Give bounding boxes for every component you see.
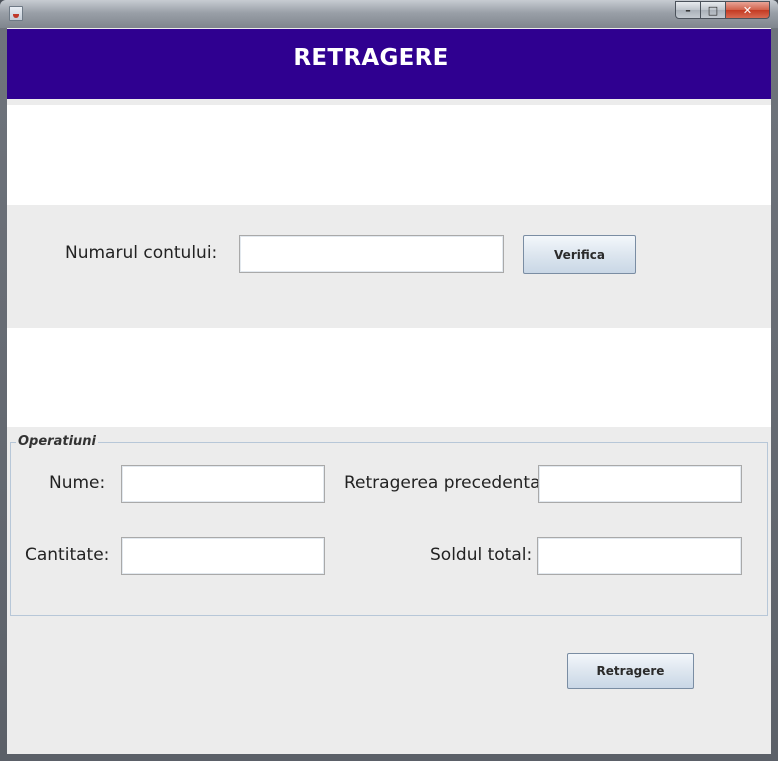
withdraw-button[interactable]: Retragere bbox=[567, 653, 694, 689]
header-banner: RETRAGERE bbox=[7, 29, 771, 99]
account-number-input[interactable] bbox=[239, 235, 504, 273]
application-window: – □ ✕ RETRAGERE Numarul contului: Verifi… bbox=[0, 0, 778, 761]
window-controls: – □ ✕ bbox=[675, 1, 770, 19]
title-bar[interactable]: – □ ✕ bbox=[0, 0, 778, 28]
verify-button[interactable]: Verifica bbox=[523, 235, 636, 274]
previous-withdrawal-label: Retragerea precedenta: bbox=[344, 473, 547, 493]
operations-legend: Operatiuni bbox=[16, 433, 98, 451]
account-number-label: Numarul contului: bbox=[65, 243, 218, 263]
total-balance-label: Soldul total: bbox=[430, 545, 533, 565]
quantity-label: Cantitate: bbox=[25, 545, 110, 565]
previous-withdrawal-input[interactable] bbox=[538, 465, 742, 503]
total-balance-input[interactable] bbox=[537, 537, 742, 575]
java-app-icon[interactable] bbox=[9, 6, 23, 21]
maximize-button[interactable]: □ bbox=[701, 1, 726, 19]
name-input[interactable] bbox=[121, 465, 325, 503]
close-button[interactable]: ✕ bbox=[726, 1, 770, 19]
quantity-input[interactable] bbox=[121, 537, 325, 575]
spacer-panel-middle bbox=[7, 328, 771, 427]
minimize-button[interactable]: – bbox=[675, 1, 701, 19]
spacer-panel-top bbox=[7, 105, 771, 205]
name-label: Nume: bbox=[49, 473, 106, 493]
page-title: RETRAGERE bbox=[293, 45, 449, 71]
client-area: RETRAGERE Numarul contului: Verifica Ope… bbox=[7, 28, 771, 754]
